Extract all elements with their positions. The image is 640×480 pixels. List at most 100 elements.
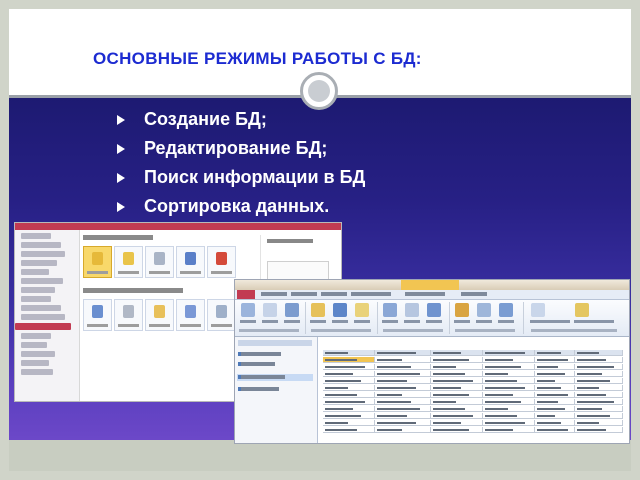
grid-cell (575, 406, 623, 412)
grid-cell (375, 364, 431, 370)
template-tile (145, 299, 174, 331)
sidebar-row (21, 287, 55, 293)
grid-cell (375, 399, 431, 405)
grid-cell (431, 420, 483, 426)
grid-header-cell (535, 350, 575, 356)
templates-subheading (83, 288, 183, 293)
grid-cell (535, 357, 575, 363)
grid-cell (375, 420, 431, 426)
query-icon (311, 303, 325, 317)
bullet-item: Сортировка данных. (117, 192, 365, 221)
grid-cell (483, 420, 535, 426)
grid-cell (575, 385, 623, 391)
template-tile (114, 246, 143, 278)
grid-cell (323, 420, 375, 426)
grid-cell (575, 371, 623, 377)
grid-cell (323, 357, 375, 363)
grid-cell (575, 378, 623, 384)
module-icon (531, 303, 545, 317)
sidebar-row (21, 360, 49, 366)
template-tile (207, 246, 236, 278)
grid-cell (375, 427, 431, 433)
backstage-sidebar (15, 230, 80, 401)
application-part-icon (263, 303, 277, 317)
sidebar-row (21, 251, 65, 257)
form-design-icon (405, 303, 419, 317)
grid-cell (431, 399, 483, 405)
database-icon (92, 252, 103, 265)
template-icon (216, 252, 227, 265)
blank-database-tile (83, 246, 112, 278)
view-icon (241, 303, 255, 317)
template-tile (176, 299, 205, 331)
grid-cell (323, 371, 375, 377)
template-tile (83, 299, 112, 331)
grid-cell (483, 427, 535, 433)
bullet-item: Редактирование БД; (117, 134, 365, 163)
grid-cell (535, 406, 575, 412)
grid-cell (375, 385, 431, 391)
grid-cell (483, 357, 535, 363)
grid-cell (323, 399, 375, 405)
table-icon (285, 303, 299, 317)
grid-cell (431, 413, 483, 419)
bullet-list: Создание БД; Редактирование БД; Поиск ин… (117, 105, 365, 221)
sidebar-row (21, 260, 57, 266)
grid-cell (431, 357, 483, 363)
sidebar-row (21, 269, 49, 275)
sidebar-row (21, 369, 53, 375)
bullet-text: Поиск информации в БД (144, 167, 366, 187)
sidebar-row (21, 233, 51, 239)
sidebar-row (21, 342, 47, 348)
footer-band (9, 440, 631, 471)
grid-cell (323, 364, 375, 370)
bullet-item: Поиск информации в БД (117, 163, 365, 192)
bullet-arrow-icon (117, 144, 125, 154)
grid-cell (323, 413, 375, 419)
bullet-arrow-icon (117, 115, 125, 125)
grid-cell (575, 357, 623, 363)
macro-icon (499, 303, 513, 317)
sidebar-row (21, 351, 55, 357)
sidebar-row (21, 278, 63, 284)
grid-cell (535, 378, 575, 384)
backstage-templates (83, 235, 253, 385)
grid-cell (431, 378, 483, 384)
template-row (83, 299, 253, 335)
datasheet-grid (323, 350, 623, 443)
bullet-arrow-icon (117, 202, 125, 212)
sidebar-row-selected (15, 323, 71, 330)
template-icon (216, 305, 227, 318)
grid-cell (323, 392, 375, 398)
report-icon (427, 303, 441, 317)
grid-cell (323, 378, 375, 384)
grid-cell (535, 413, 575, 419)
template-tile (145, 246, 174, 278)
grid-cell (375, 406, 431, 412)
sidebar-row (21, 314, 65, 320)
grid-cell (431, 364, 483, 370)
grid-cell (535, 399, 575, 405)
grid-cell (483, 371, 535, 377)
bullet-text: Редактирование БД; (144, 138, 328, 158)
sidebar-row (21, 305, 61, 311)
grid-cell (431, 371, 483, 377)
grid-cell (375, 392, 431, 398)
grid-cell (375, 371, 431, 377)
presentation-slide: ОСНОВНЫЕ РЕЖИМЫ РАБОТЫ С БД: Создание БД… (9, 9, 631, 471)
slide-title: ОСНОВНЫЕ РЕЖИМЫ РАБОТЫ С БД: (93, 49, 422, 68)
grid-cell (431, 392, 483, 398)
document-icon (185, 252, 196, 265)
form-icon (383, 303, 397, 317)
grid-cell (483, 406, 535, 412)
bullet-text: Создание БД; (144, 109, 267, 129)
navigation-pane (235, 337, 318, 443)
grid-header-cell (375, 350, 431, 356)
grid-cell (431, 427, 483, 433)
templates-heading (83, 235, 153, 240)
report-design-icon (455, 303, 469, 317)
grid-cell (431, 385, 483, 391)
field-icon (333, 303, 347, 317)
sort-icon (575, 303, 589, 317)
grid-cell (375, 357, 431, 363)
